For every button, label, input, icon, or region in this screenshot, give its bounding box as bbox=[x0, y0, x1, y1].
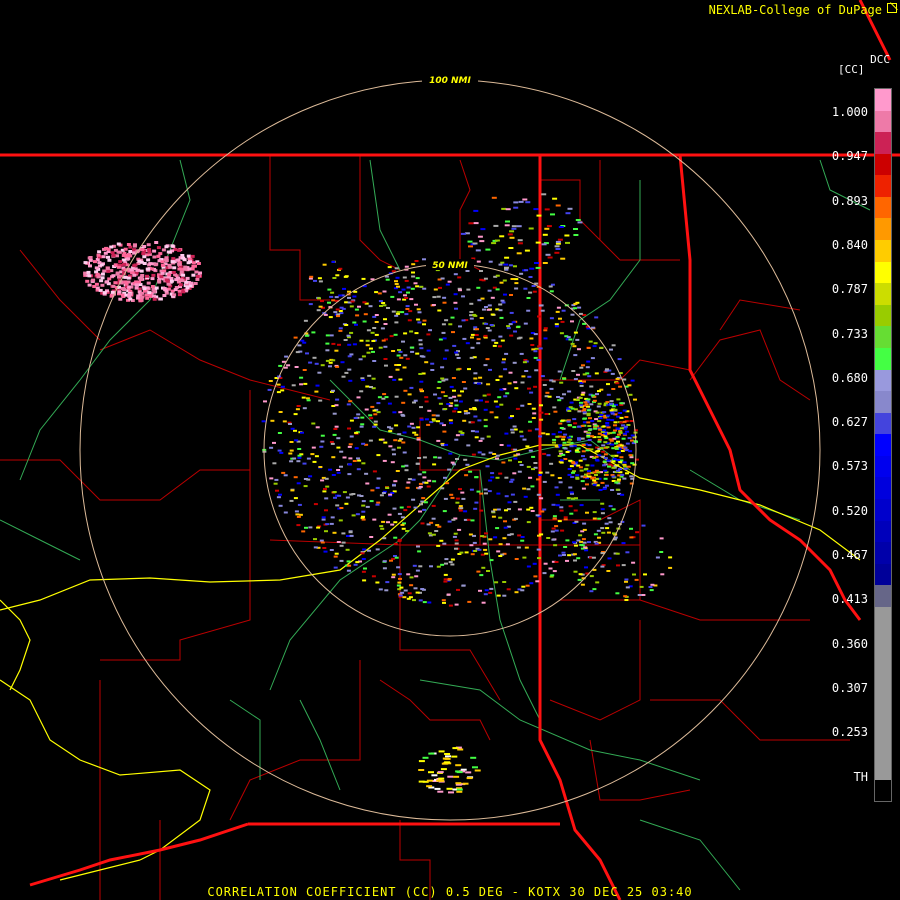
legend-swatch bbox=[875, 110, 891, 133]
range-ring-100-label: 100 NMI bbox=[429, 76, 471, 86]
legend-swatch bbox=[875, 434, 891, 456]
legend-tick: 0.573 bbox=[831, 459, 868, 474]
legend-swatch bbox=[875, 693, 891, 715]
legend-swatch bbox=[875, 240, 891, 262]
legend-tick: 0.733 bbox=[831, 326, 868, 341]
legend-swatch bbox=[875, 650, 891, 672]
legend-tick: 0.947 bbox=[831, 149, 868, 164]
legend-tick: 0.467 bbox=[831, 548, 868, 562]
legend-tick: 0.413 bbox=[831, 592, 868, 607]
legend-swatch bbox=[875, 261, 891, 284]
legend-swatch bbox=[875, 585, 891, 607]
legend-swatch bbox=[875, 757, 891, 780]
legend-swatch bbox=[875, 563, 891, 586]
legend-swatch bbox=[875, 175, 891, 197]
legend-swatch bbox=[875, 628, 891, 651]
legend-swatch bbox=[875, 606, 891, 629]
legend-swatch bbox=[875, 283, 891, 305]
legend-swatch bbox=[875, 304, 891, 327]
product-title: CORRELATION COEFFICIENT (CC) 0.5 DEG - K… bbox=[207, 885, 693, 899]
legend-swatch bbox=[875, 347, 891, 370]
legend-swatch bbox=[875, 391, 891, 413]
legend-swatch bbox=[875, 132, 891, 154]
legend-tick: TH bbox=[853, 769, 868, 784]
credit-label: NEXLAB-College of DuPage bbox=[708, 3, 882, 17]
legend-swatch bbox=[875, 455, 891, 478]
legend-tick: 0.787 bbox=[831, 282, 868, 297]
legend-swatch bbox=[875, 520, 891, 543]
legend-tick: 0.253 bbox=[831, 725, 868, 740]
legend-swatch bbox=[875, 326, 891, 348]
dcc-label: DCC bbox=[870, 53, 890, 66]
legend-swatch bbox=[875, 196, 891, 219]
legend-swatch bbox=[875, 477, 891, 499]
legend-swatch bbox=[875, 369, 891, 392]
legend-swatch bbox=[875, 736, 891, 758]
color-scale-bar bbox=[874, 88, 892, 802]
legend-swatch bbox=[875, 779, 891, 802]
legend-tick: 0.520 bbox=[831, 503, 868, 518]
legend-swatch bbox=[875, 542, 891, 564]
legend-unit: [CC] bbox=[838, 63, 865, 76]
legend-swatch bbox=[875, 89, 891, 111]
legend-tick: 0.893 bbox=[831, 193, 868, 208]
legend-tick: 1.000 bbox=[831, 105, 868, 119]
legend-tick: 0.627 bbox=[831, 415, 868, 430]
legend-tick: 0.360 bbox=[831, 636, 868, 651]
legend-swatch bbox=[875, 714, 891, 737]
legend-swatch bbox=[875, 218, 891, 241]
legend-tick: 0.680 bbox=[831, 370, 868, 385]
legend-swatch bbox=[875, 498, 891, 521]
legend-tick: 0.307 bbox=[831, 680, 868, 695]
external-link-icon[interactable] bbox=[887, 3, 897, 13]
legend-swatch bbox=[875, 671, 891, 694]
legend-swatch bbox=[875, 412, 891, 435]
range-ring-50-label: 50 NMI bbox=[432, 261, 468, 271]
legend-tick: 0.840 bbox=[831, 237, 868, 252]
radar-map: 50 NMI 100 NMI bbox=[0, 0, 900, 900]
legend-swatch bbox=[875, 153, 891, 176]
